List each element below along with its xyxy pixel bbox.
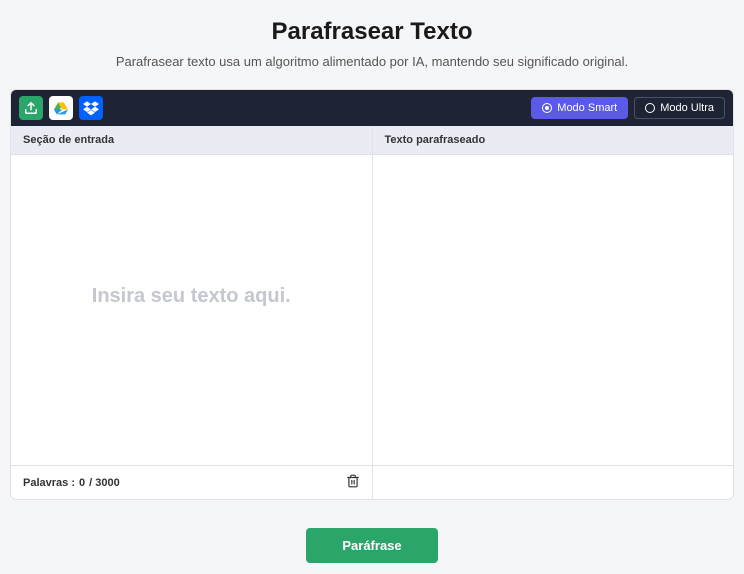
page-subtitle: Parafrasear texto usa um algoritmo alime…	[0, 54, 744, 89]
output-panel: Texto parafraseado	[373, 126, 734, 499]
input-panel-footer: Palavras : 0 / 3000	[11, 465, 372, 499]
input-panel: Seção de entrada Palavras : 0 / 3000	[11, 126, 373, 499]
input-panel-header: Seção de entrada	[11, 126, 372, 155]
input-textarea[interactable]	[11, 155, 372, 465]
toolbar-left	[19, 96, 103, 120]
mode-ultra-button[interactable]: Modo Ultra	[634, 97, 725, 119]
radio-selected-icon	[542, 103, 552, 113]
clear-button[interactable]	[346, 474, 360, 491]
page-title: Parafrasear Texto	[0, 0, 744, 54]
trash-icon	[346, 474, 360, 488]
toolbar-right: Modo Smart Modo Ultra	[531, 97, 725, 119]
radio-unselected-icon	[645, 103, 655, 113]
output-panel-footer	[373, 465, 734, 499]
google-drive-icon	[53, 100, 69, 116]
word-count: Palavras : 0 / 3000	[23, 477, 120, 489]
word-count-current: 0	[79, 477, 85, 489]
upload-icon	[24, 101, 38, 115]
upload-button[interactable]	[19, 96, 43, 120]
dropbox-button[interactable]	[79, 96, 103, 120]
google-drive-button[interactable]	[49, 96, 73, 120]
output-panel-header: Texto parafraseado	[373, 126, 734, 155]
mode-smart-button[interactable]: Modo Smart	[531, 97, 628, 119]
mode-ultra-label: Modo Ultra	[660, 102, 714, 114]
word-count-label: Palavras :	[23, 477, 75, 489]
panels: Seção de entrada Palavras : 0 / 3000 Tex…	[11, 126, 733, 499]
paraphrase-button[interactable]: Paráfrase	[306, 528, 437, 563]
input-panel-body	[11, 155, 372, 465]
dropbox-icon	[83, 100, 99, 116]
output-panel-body	[373, 155, 734, 465]
main-container: Modo Smart Modo Ultra Seção de entrada P…	[10, 89, 734, 500]
submit-row: Paráfrase	[0, 500, 744, 563]
mode-smart-label: Modo Smart	[557, 102, 617, 114]
toolbar: Modo Smart Modo Ultra	[11, 90, 733, 126]
word-count-max: / 3000	[89, 477, 120, 489]
